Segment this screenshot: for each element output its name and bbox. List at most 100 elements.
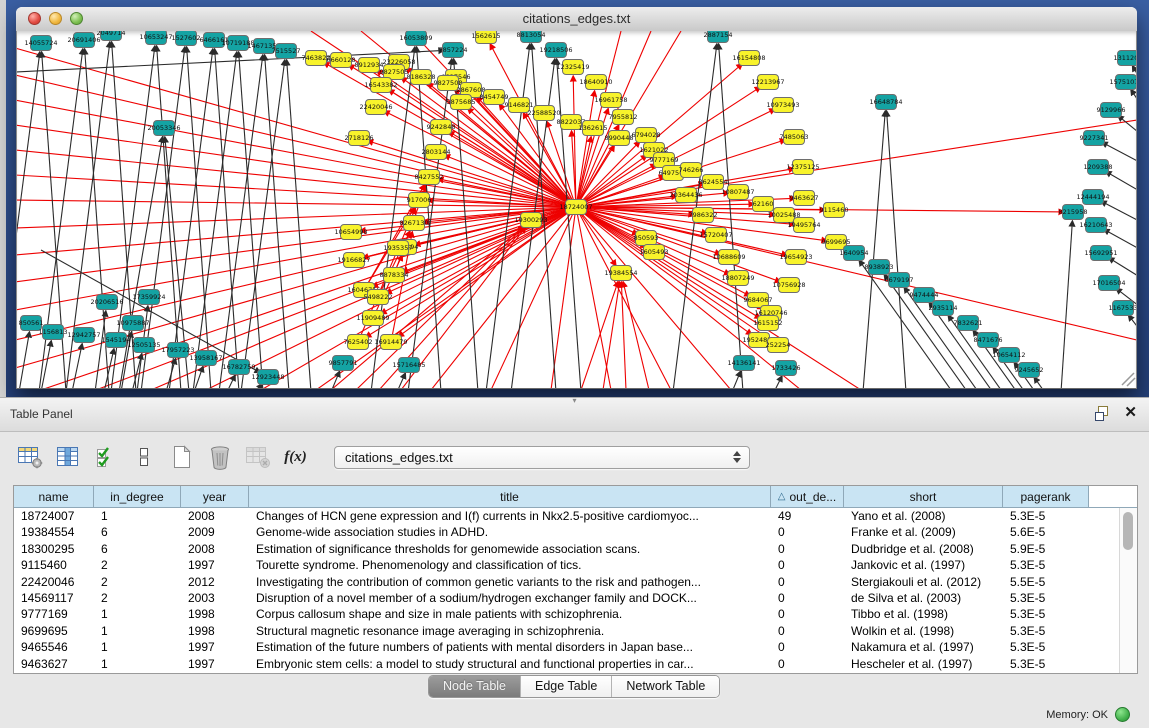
table-row[interactable]: 1872400712008Changes of HCN gene express… <box>14 508 1137 524</box>
table-cell[interactable]: 5.5E-5 <box>1003 574 1089 590</box>
graph-node[interactable]: 1562615 <box>472 31 501 44</box>
graph-node[interactable]: 15716485 <box>392 358 425 373</box>
table-scrollbar[interactable] <box>1119 508 1137 673</box>
table-cell[interactable]: 5.3E-5 <box>1003 590 1089 606</box>
graph-node[interactable]: 1615152 <box>754 316 783 331</box>
new-table-icon[interactable] <box>168 442 195 472</box>
table-row[interactable]: 911546021997Tourette syndrome. Phenomeno… <box>14 557 1137 573</box>
graph-node[interactable]: 8660128 <box>327 53 356 68</box>
graph-node[interactable]: 1935357 <box>384 241 413 256</box>
table-cell[interactable]: 0 <box>771 656 844 672</box>
table-cell[interactable]: de Silva et al. (2003) <box>844 590 1003 606</box>
graph-node[interactable]: 14055724 <box>24 36 57 51</box>
table-mode-icon[interactable] <box>16 442 43 472</box>
graph-node[interactable]: 1362615 <box>579 121 608 136</box>
table-cell[interactable]: Hescheler et al. (1997) <box>844 656 1003 672</box>
resize-grip[interactable] <box>1122 373 1135 386</box>
table-cell[interactable]: Dudbridge et al. (2008) <box>844 541 1003 557</box>
graph-node[interactable]: 62160 <box>753 197 774 212</box>
graph-node[interactable]: 12325419 <box>556 60 589 75</box>
graph-node[interactable]: 15751074 <box>1109 75 1136 90</box>
table-cell[interactable]: 2 <box>94 557 181 573</box>
graph-node[interactable]: 16210643 <box>1079 218 1112 233</box>
show-column-icon[interactable] <box>54 442 81 472</box>
table-cell[interactable]: 1 <box>94 623 181 639</box>
table-row[interactable]: 1456911722003Disruption of a novel membe… <box>14 590 1137 606</box>
graph-node[interactable]: 9474444 <box>910 288 939 303</box>
graph-node[interactable]: 8186328 <box>407 70 436 85</box>
graph-node[interactable]: 8471676 <box>974 333 1003 348</box>
graph-node[interactable]: 10688609 <box>712 250 745 265</box>
column-header-short[interactable]: short <box>844 486 1003 508</box>
graph-node[interactable]: 15692951 <box>1084 246 1117 261</box>
table-cell[interactable]: 9465546 <box>14 639 94 655</box>
table-cell[interactable]: 18300295 <box>14 541 94 557</box>
graph-node[interactable]: 917006 <box>407 193 432 208</box>
graph-node[interactable]: 252254 <box>766 338 791 353</box>
graph-node[interactable]: 7955812 <box>609 110 638 125</box>
graph-node[interactable]: 1209388 <box>1084 160 1113 175</box>
table-cell[interactable]: 1997 <box>181 639 249 655</box>
table-cell[interactable]: 1998 <box>181 623 249 639</box>
graph-node[interactable]: 14136141 <box>727 356 760 371</box>
graph-node[interactable]: 7485063 <box>780 130 809 145</box>
table-cell[interactable]: 1998 <box>181 606 249 622</box>
graph-node[interactable]: 8990448 <box>605 131 634 146</box>
column-header-pagerank[interactable]: pagerank <box>1003 486 1089 508</box>
graph-node[interactable]: 10653247 <box>139 31 172 45</box>
graph-node[interactable]: 10756928 <box>772 278 805 293</box>
graph-node[interactable]: 19384554 <box>604 266 637 281</box>
close-panel-icon[interactable]: ✕ <box>1124 405 1137 421</box>
table-cell[interactable]: Wolkin et al. (1998) <box>844 623 1003 639</box>
column-header-title[interactable]: title <box>249 486 771 508</box>
graph-node[interactable]: 7857224 <box>439 43 468 58</box>
graph-node[interactable]: 9245652 <box>1015 363 1044 378</box>
graph-node[interactable]: 1640954 <box>840 246 869 261</box>
column-header-out_de[interactable]: △out_de... <box>771 486 844 508</box>
delete-table-icon[interactable] <box>244 442 271 472</box>
graph-node[interactable]: 1311204 <box>1114 51 1136 66</box>
table-row[interactable]: 946362711997Embryonic stem cells: a mode… <box>14 656 1137 672</box>
table-cell[interactable]: 2008 <box>181 541 249 557</box>
table-cell[interactable]: Jankovic et al. (1997) <box>844 557 1003 573</box>
graph-node[interactable]: 5875685 <box>447 95 476 110</box>
tab-network-table[interactable]: Network Table <box>611 676 719 697</box>
graph-node[interactable]: 7515527 <box>272 44 301 59</box>
table-cell[interactable]: 2009 <box>181 524 249 540</box>
graph-node[interactable]: 2935114 <box>929 301 958 316</box>
graph-node[interactable]: 5498222 <box>364 290 393 305</box>
network-canvas[interactable]: 1562615746382286601288912934232260589827… <box>16 31 1137 389</box>
graph-node[interactable]: 17016504 <box>1092 276 1125 291</box>
graph-node[interactable]: 16154808 <box>732 51 765 66</box>
graph-node[interactable]: 19166827 <box>337 253 370 268</box>
citation-graph[interactable]: 1562615746382286601288912934232260589827… <box>17 31 1136 388</box>
graph-node[interactable]: 9227341 <box>1080 131 1109 146</box>
table-cell[interactable]: 14569117 <box>14 590 94 606</box>
graph-node[interactable]: 8215958 <box>1059 205 1088 220</box>
table-cell[interactable]: 1 <box>94 639 181 655</box>
graph-node[interactable]: 1605493 <box>640 245 669 260</box>
graph-node[interactable]: 6679197 <box>885 273 914 288</box>
table-cell[interactable]: 2 <box>94 574 181 590</box>
table-row[interactable]: 2242004622012Investigating the contribut… <box>14 574 1137 590</box>
table-cell[interactable]: 0 <box>771 524 844 540</box>
graph-node[interactable]: 7832621 <box>954 316 983 331</box>
graph-node[interactable]: 2803144 <box>422 145 451 160</box>
graph-node[interactable]: 20206516 <box>90 295 123 310</box>
table-cell[interactable]: 0 <box>771 590 844 606</box>
table-cell[interactable]: Estimation of the future numbers of pati… <box>249 639 771 655</box>
table-cell[interactable]: 0 <box>771 557 844 573</box>
table-cell[interactable]: 0 <box>771 606 844 622</box>
graph-node[interactable]: 9857791 <box>329 356 358 371</box>
graph-node[interactable]: 9129966 <box>1097 103 1126 118</box>
graph-node[interactable]: 8938923 <box>865 260 894 275</box>
table-row[interactable]: 969969511998Structural magnetic resonanc… <box>14 623 1137 639</box>
table-selector-dropdown[interactable]: citations_edges.txt <box>334 446 750 469</box>
table-cell[interactable]: 2003 <box>181 590 249 606</box>
table-cell[interactable]: Disruption of a novel member of a sodium… <box>249 590 771 606</box>
graph-node[interactable]: 1733426 <box>772 361 801 376</box>
table-cell[interactable]: 1 <box>94 606 181 622</box>
graph-node[interactable]: 16961758 <box>594 93 627 108</box>
table-cell[interactable]: 0 <box>771 623 844 639</box>
graph-node[interactable]: 10654112 <box>992 348 1025 363</box>
